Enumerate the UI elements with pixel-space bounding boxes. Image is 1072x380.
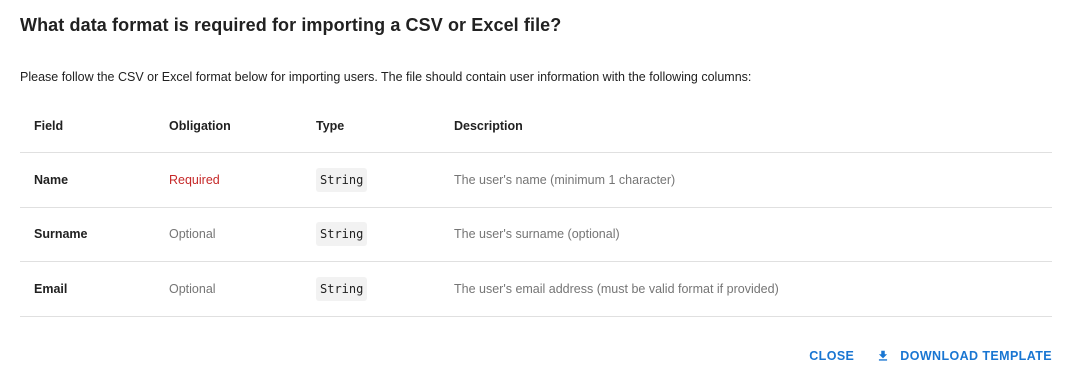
row-type: String	[316, 276, 368, 301]
row-description: The user's email address (must be valid …	[454, 281, 779, 296]
row-type: String	[316, 167, 368, 192]
import-format-dialog: What data format is required for importi…	[0, 0, 1072, 380]
table-header-row: Field Obligation Type Description	[20, 100, 1052, 153]
row-description: The user's surname (optional)	[454, 227, 620, 242]
header-field: Field	[34, 119, 64, 133]
close-button[interactable]: CLOSE	[803, 345, 860, 367]
header-description: Description	[454, 119, 523, 133]
close-button-label: CLOSE	[809, 349, 855, 363]
download-template-button[interactable]: DOWNLOAD TEMPLATE	[870, 345, 1058, 367]
dialog-intro: Please follow the CSV or Excel format be…	[20, 70, 752, 84]
row-field: Name	[34, 172, 69, 187]
row-obligation: Required	[169, 172, 220, 187]
download-template-label: DOWNLOAD TEMPLATE	[900, 349, 1052, 363]
dialog-actions: CLOSE DOWNLOAD TEMPLATE	[803, 345, 1058, 367]
header-type: Type	[316, 119, 345, 133]
format-table: Field Obligation Type Description Name R…	[20, 100, 1052, 317]
dialog-title: What data format is required for importi…	[20, 15, 562, 35]
row-field: Surname	[34, 227, 88, 242]
row-obligation: Optional	[169, 281, 216, 296]
download-icon	[876, 349, 890, 363]
row-field: Email	[34, 281, 68, 296]
table-row: Name Required String The user's name (mi…	[20, 153, 1052, 208]
table-row: Surname Optional String The user's surna…	[20, 208, 1052, 262]
row-type: String	[316, 222, 368, 247]
header-obligation: Obligation	[169, 119, 231, 133]
row-obligation: Optional	[169, 227, 216, 242]
table-row: Email Optional String The user's email a…	[20, 262, 1052, 317]
row-description: The user's name (minimum 1 character)	[454, 172, 676, 187]
